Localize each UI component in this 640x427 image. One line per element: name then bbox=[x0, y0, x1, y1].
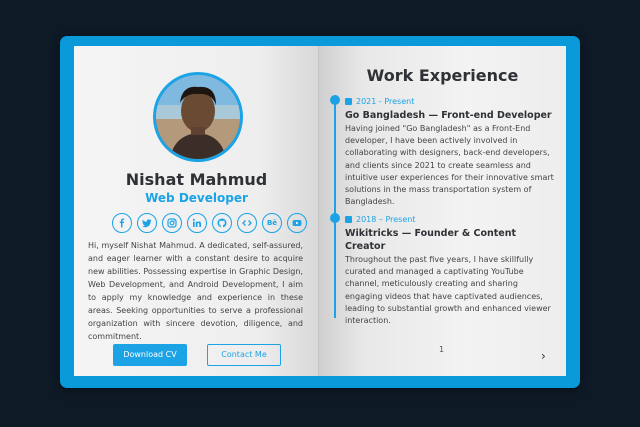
timeline-dot bbox=[330, 213, 340, 223]
job-date-text: 2021 - Present bbox=[356, 97, 415, 106]
job-description: Throughout the past five years, I have s… bbox=[345, 255, 551, 326]
job-title: Wikitricks — Founder & Content Creator bbox=[345, 228, 517, 252]
job-entry: 2018 – Present Wikitricks — Founder & Co… bbox=[345, 214, 557, 327]
github-icon[interactable] bbox=[212, 213, 232, 233]
calendar-icon bbox=[345, 216, 352, 223]
profile-bio: Hi, myself Nishat Mahmud. A dedicated, s… bbox=[88, 241, 303, 341]
book: Nishat Mahmud Web Developer Bē Hi, mysel… bbox=[60, 36, 580, 388]
twitter-icon[interactable] bbox=[137, 213, 157, 233]
job-date: 2021 - Present bbox=[345, 96, 557, 107]
behance-icon[interactable]: Bē bbox=[262, 213, 282, 233]
job-title: Go Bangladesh — Front-end Developer bbox=[345, 110, 552, 121]
facebook-icon[interactable] bbox=[112, 213, 132, 233]
next-page-icon[interactable]: › bbox=[541, 350, 553, 362]
profile-name: Nishat Mahmud bbox=[125, 170, 268, 189]
job-description: Having joined "Go Bangladesh" as a Front… bbox=[345, 124, 554, 207]
code-icon[interactable] bbox=[237, 213, 257, 233]
page-number: 1 bbox=[439, 345, 445, 354]
timeline-dot bbox=[330, 95, 340, 105]
youtube-icon[interactable] bbox=[287, 213, 307, 233]
timeline-line bbox=[334, 98, 336, 318]
job-date: 2018 – Present bbox=[345, 214, 557, 225]
linkedin-icon[interactable] bbox=[187, 213, 207, 233]
job-entry: 2021 - Present Go Bangladesh — Front-end… bbox=[345, 96, 557, 208]
social-links: Bē bbox=[112, 213, 307, 235]
job-date-text: 2018 – Present bbox=[356, 215, 416, 224]
profile-page: Nishat Mahmud Web Developer Bē Hi, mysel… bbox=[74, 46, 319, 376]
section-title: Work Experience bbox=[366, 66, 519, 85]
download-cv-button[interactable]: Download CV bbox=[113, 344, 187, 366]
experience-page: Work Experience 2021 - Present Go Bangla… bbox=[319, 46, 566, 376]
avatar-photo bbox=[156, 75, 240, 159]
contact-me-button[interactable]: Contact Me bbox=[207, 344, 281, 366]
profile-role: Web Developer bbox=[145, 191, 248, 205]
instagram-icon[interactable] bbox=[162, 213, 182, 233]
avatar bbox=[153, 72, 243, 162]
calendar-icon bbox=[345, 98, 352, 105]
